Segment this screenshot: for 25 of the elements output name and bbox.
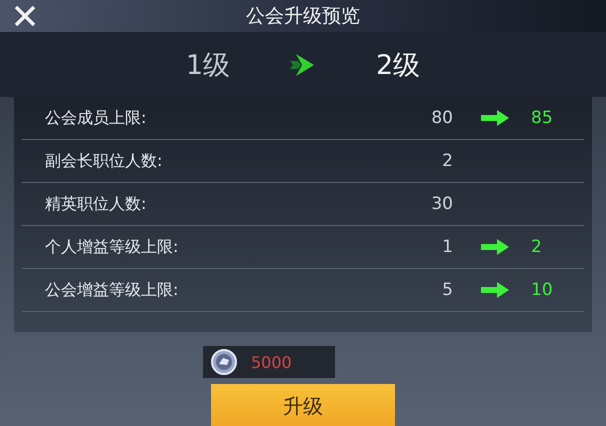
next-value: 10	[531, 280, 553, 300]
current-level: 1级	[186, 48, 230, 82]
arrow-icon	[481, 239, 509, 255]
coin-icon	[211, 349, 237, 375]
stat-label: 精英职位人数:	[45, 194, 148, 214]
next-value: 2	[531, 237, 542, 257]
stat-label: 公会成员上限:	[45, 108, 148, 128]
window-title: 公会升级预览	[245, 4, 361, 29]
next-value: 85	[531, 108, 553, 128]
close-icon	[14, 6, 36, 26]
stat-label: 公会增益等级上限:	[45, 280, 180, 300]
current-value: 80	[430, 108, 453, 128]
arrow-icon	[481, 110, 509, 126]
close-button[interactable]	[12, 3, 38, 29]
upgrade-button[interactable]: 升级	[211, 384, 395, 426]
current-value: 1	[441, 237, 453, 257]
stat-label: 个人增益等级上限:	[45, 236, 180, 258]
cost-amount: 5000	[251, 352, 292, 372]
current-value: 5	[441, 280, 453, 300]
stat-label: 副会长职位人数:	[45, 150, 164, 172]
current-value: 2	[441, 151, 453, 171]
arrow-icon	[481, 282, 509, 298]
current-value: 30	[430, 194, 453, 214]
next-level: 2级	[376, 48, 420, 82]
chevron-icon	[290, 52, 316, 78]
